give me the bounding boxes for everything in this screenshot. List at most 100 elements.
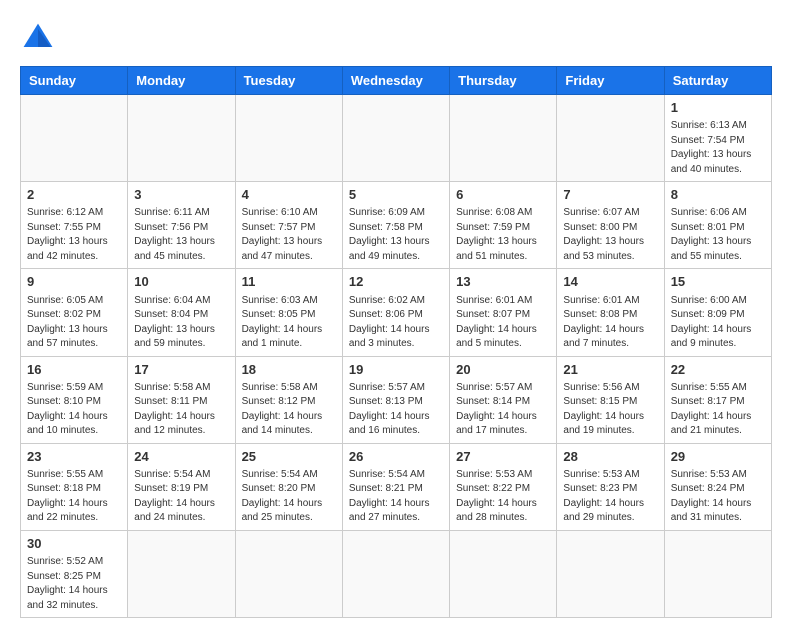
calendar-cell: 19 Sunrise: 5:57 AM Sunset: 8:13 PM Dayli… — [342, 356, 449, 443]
calendar-cell — [235, 530, 342, 617]
day-number: 22 — [671, 361, 765, 379]
calendar-cell — [342, 95, 449, 182]
day-info: Sunrise: 6:04 AM Sunset: 8:04 PM Dayligh… — [134, 294, 228, 352]
calendar-cell — [557, 530, 664, 617]
calendar-week-row: 1 Sunrise: 6:13 AM Sunset: 7:54 PM Daylig… — [21, 95, 772, 182]
weekday-header: Friday — [557, 67, 664, 95]
day-number: 11 — [242, 273, 336, 291]
weekday-header: Sunday — [21, 67, 128, 95]
day-number: 23 — [27, 448, 121, 466]
weekday-header: Wednesday — [342, 67, 449, 95]
calendar-cell — [450, 530, 557, 617]
calendar-week-row: 30Sunrise: 5:52 AM Sunset: 8:25 PM Dayli… — [21, 530, 772, 617]
day-number: 18 — [242, 361, 336, 379]
calendar-cell: 27Sunrise: 5:53 AM Sunset: 8:22 PM Dayli… — [450, 443, 557, 530]
calendar-week-row: 2 Sunrise: 6:12 AM Sunset: 7:55 PM Daylig… — [21, 182, 772, 269]
calendar-cell: 22 Sunrise: 5:55 AM Sunset: 8:17 PM Dayli… — [664, 356, 771, 443]
day-info: Sunrise: 5:58 AM Sunset: 8:12 PM Dayligh… — [242, 381, 336, 439]
day-number: 14 — [563, 273, 657, 291]
day-number: 24 — [134, 448, 228, 466]
calendar-cell: 23 Sunrise: 5:55 AM Sunset: 8:18 PM Dayli… — [21, 443, 128, 530]
calendar-cell: 30Sunrise: 5:52 AM Sunset: 8:25 PM Dayli… — [21, 530, 128, 617]
day-info: Sunrise: 5:53 AM Sunset: 8:23 PM Dayligh… — [563, 468, 657, 526]
day-info: Sunrise: 6:01 AM Sunset: 8:08 PM Dayligh… — [563, 294, 657, 352]
day-info: Sunrise: 5:57 AM Sunset: 8:13 PM Dayligh… — [349, 381, 443, 439]
calendar-cell: 7 Sunrise: 6:07 AM Sunset: 8:00 PM Daylig… — [557, 182, 664, 269]
calendar-cell: 26Sunrise: 5:54 AM Sunset: 8:21 PM Dayli… — [342, 443, 449, 530]
day-info: Sunrise: 5:53 AM Sunset: 8:24 PM Dayligh… — [671, 468, 765, 526]
day-number: 15 — [671, 273, 765, 291]
day-info: Sunrise: 5:59 AM Sunset: 8:10 PM Dayligh… — [27, 381, 121, 439]
calendar-table: SundayMondayTuesdayWednesdayThursdayFrid… — [20, 66, 772, 618]
calendar-cell: 25 Sunrise: 5:54 AM Sunset: 8:20 PM Dayli… — [235, 443, 342, 530]
calendar-cell — [664, 530, 771, 617]
day-info: Sunrise: 6:00 AM Sunset: 8:09 PM Dayligh… — [671, 294, 765, 352]
calendar-cell: 3 Sunrise: 6:11 AM Sunset: 7:56 PM Daylig… — [128, 182, 235, 269]
day-number: 19 — [349, 361, 443, 379]
calendar-cell: 20Sunrise: 5:57 AM Sunset: 8:14 PM Dayli… — [450, 356, 557, 443]
day-number: 10 — [134, 273, 228, 291]
calendar-cell: 2 Sunrise: 6:12 AM Sunset: 7:55 PM Daylig… — [21, 182, 128, 269]
calendar-cell: 12 Sunrise: 6:02 AM Sunset: 8:06 PM Dayli… — [342, 269, 449, 356]
calendar-cell: 6 Sunrise: 6:08 AM Sunset: 7:59 PM Daylig… — [450, 182, 557, 269]
calendar-cell — [128, 95, 235, 182]
weekday-header: Monday — [128, 67, 235, 95]
day-info: Sunrise: 5:58 AM Sunset: 8:11 PM Dayligh… — [134, 381, 228, 439]
calendar-cell: 15 Sunrise: 6:00 AM Sunset: 8:09 PM Dayli… — [664, 269, 771, 356]
day-number: 30 — [27, 535, 121, 553]
calendar-cell: 18 Sunrise: 5:58 AM Sunset: 8:12 PM Dayli… — [235, 356, 342, 443]
calendar-cell: 13 Sunrise: 6:01 AM Sunset: 8:07 PM Dayli… — [450, 269, 557, 356]
day-info: Sunrise: 5:53 AM Sunset: 8:22 PM Dayligh… — [456, 468, 550, 526]
day-number: 16 — [27, 361, 121, 379]
day-number: 13 — [456, 273, 550, 291]
day-info: Sunrise: 6:13 AM Sunset: 7:54 PM Dayligh… — [671, 119, 765, 177]
day-number: 21 — [563, 361, 657, 379]
day-info: Sunrise: 6:02 AM Sunset: 8:06 PM Dayligh… — [349, 294, 443, 352]
calendar-cell: 11 Sunrise: 6:03 AM Sunset: 8:05 PM Dayli… — [235, 269, 342, 356]
calendar-cell: 17 Sunrise: 5:58 AM Sunset: 8:11 PM Dayli… — [128, 356, 235, 443]
day-info: Sunrise: 5:55 AM Sunset: 8:18 PM Dayligh… — [27, 468, 121, 526]
day-number: 5 — [349, 186, 443, 204]
day-info: Sunrise: 5:54 AM Sunset: 8:20 PM Dayligh… — [242, 468, 336, 526]
calendar-cell: 29Sunrise: 5:53 AM Sunset: 8:24 PM Dayli… — [664, 443, 771, 530]
day-number: 3 — [134, 186, 228, 204]
day-number: 2 — [27, 186, 121, 204]
day-number: 4 — [242, 186, 336, 204]
calendar-cell — [128, 530, 235, 617]
day-number: 7 — [563, 186, 657, 204]
calendar-cell — [342, 530, 449, 617]
day-info: Sunrise: 6:03 AM Sunset: 8:05 PM Dayligh… — [242, 294, 336, 352]
calendar-cell: 21Sunrise: 5:56 AM Sunset: 8:15 PM Dayli… — [557, 356, 664, 443]
day-info: Sunrise: 6:01 AM Sunset: 8:07 PM Dayligh… — [456, 294, 550, 352]
day-info: Sunrise: 5:55 AM Sunset: 8:17 PM Dayligh… — [671, 381, 765, 439]
calendar-cell: 24Sunrise: 5:54 AM Sunset: 8:19 PM Dayli… — [128, 443, 235, 530]
day-number: 17 — [134, 361, 228, 379]
day-info: Sunrise: 6:10 AM Sunset: 7:57 PM Dayligh… — [242, 206, 336, 264]
day-info: Sunrise: 6:07 AM Sunset: 8:00 PM Dayligh… — [563, 206, 657, 264]
calendar-week-row: 16 Sunrise: 5:59 AM Sunset: 8:10 PM Dayli… — [21, 356, 772, 443]
calendar-cell — [450, 95, 557, 182]
calendar-cell: 16 Sunrise: 5:59 AM Sunset: 8:10 PM Dayli… — [21, 356, 128, 443]
logo — [20, 20, 62, 56]
calendar-week-row: 9Sunrise: 6:05 AM Sunset: 8:02 PM Daylig… — [21, 269, 772, 356]
weekday-header-row: SundayMondayTuesdayWednesdayThursdayFrid… — [21, 67, 772, 95]
day-number: 6 — [456, 186, 550, 204]
calendar-cell: 14 Sunrise: 6:01 AM Sunset: 8:08 PM Dayli… — [557, 269, 664, 356]
calendar-week-row: 23 Sunrise: 5:55 AM Sunset: 8:18 PM Dayli… — [21, 443, 772, 530]
day-info: Sunrise: 6:05 AM Sunset: 8:02 PM Dayligh… — [27, 294, 121, 352]
day-number: 25 — [242, 448, 336, 466]
calendar-cell: 8Sunrise: 6:06 AM Sunset: 8:01 PM Daylig… — [664, 182, 771, 269]
calendar-cell: 9Sunrise: 6:05 AM Sunset: 8:02 PM Daylig… — [21, 269, 128, 356]
day-number: 1 — [671, 99, 765, 117]
day-info: Sunrise: 6:08 AM Sunset: 7:59 PM Dayligh… — [456, 206, 550, 264]
day-info: Sunrise: 5:57 AM Sunset: 8:14 PM Dayligh… — [456, 381, 550, 439]
day-info: Sunrise: 6:12 AM Sunset: 7:55 PM Dayligh… — [27, 206, 121, 264]
calendar-cell: 1 Sunrise: 6:13 AM Sunset: 7:54 PM Daylig… — [664, 95, 771, 182]
day-number: 12 — [349, 273, 443, 291]
day-number: 8 — [671, 186, 765, 204]
weekday-header: Saturday — [664, 67, 771, 95]
day-number: 26 — [349, 448, 443, 466]
calendar-cell: 5 Sunrise: 6:09 AM Sunset: 7:58 PM Daylig… — [342, 182, 449, 269]
day-info: Sunrise: 6:11 AM Sunset: 7:56 PM Dayligh… — [134, 206, 228, 264]
day-info: Sunrise: 6:09 AM Sunset: 7:58 PM Dayligh… — [349, 206, 443, 264]
